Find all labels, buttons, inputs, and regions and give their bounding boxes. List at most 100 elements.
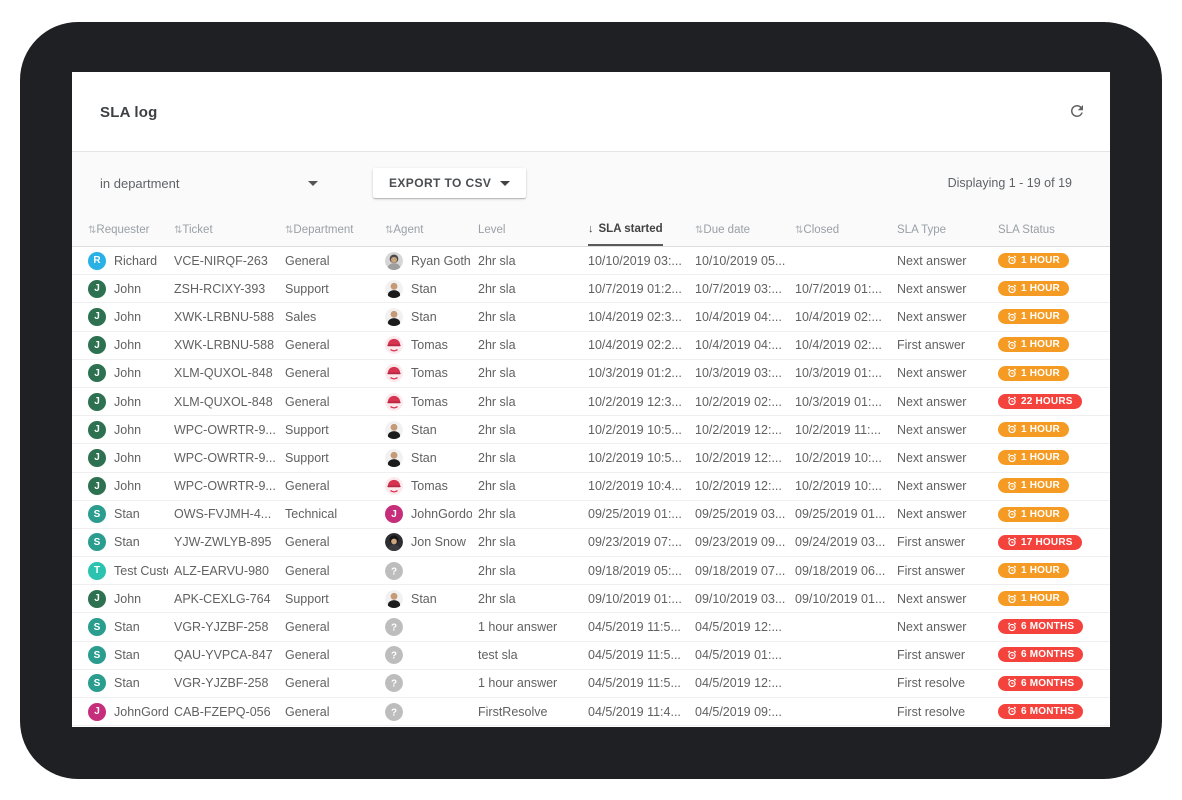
table-row[interactable]: JJohnWPC-OWRTR-9...SupportStan2hr sla10/… [72,444,1110,472]
sla-status-badge: 6 MONTHS [998,619,1083,634]
ticket-cell: XLM-QUXOL-848 [174,395,285,409]
table-row[interactable]: SStanVGR-YJZBF-258General?1 hour answer0… [72,613,1110,641]
due-date-cell: 04/5/2019 09:... [695,705,795,719]
table-row[interactable]: JJohnGordoCAB-FZEPQ-056General?FirstReso… [72,698,1110,726]
agent-avatar [385,533,403,551]
alarm-icon [1007,565,1017,575]
table-row[interactable]: JJohnWPC-OWRTR-9...GeneralTomas2hr sla10… [72,473,1110,501]
sla-status-label: 1 HOUR [1021,311,1060,322]
requester-avatar: J [88,449,106,467]
ticket-cell: ZSH-RCIXY-393 [174,282,285,296]
agent-name: Stan [411,451,437,465]
agent-cell: JJohnGordon [385,505,478,523]
column-header-label: Agent [393,224,423,236]
requester-avatar: J [88,364,106,382]
table-row[interactable]: JJohnZSH-RCIXY-393SupportStan2hr sla10/7… [72,275,1110,303]
requester-avatar: J [88,308,106,326]
department-filter-select[interactable]: in department [100,176,318,191]
column-header-sla-started[interactable]: ↓SLA started [588,214,695,246]
page: SLA log in department EXPORT TO CSV Disp… [0,0,1182,800]
closed-cell: 10/3/2019 01:... [795,366,897,380]
table-row[interactable]: RRichardVCE-NIRQF-263GeneralRyan Goth2hr… [72,247,1110,275]
requester-cell: JJohnGordo [88,703,174,721]
table-row[interactable]: JJohnXWK-LRBNU-588GeneralTomas2hr sla10/… [72,332,1110,360]
sla-status-cell: 1 HOUR [998,253,1100,269]
sla-type-cell: Next answer [897,310,998,324]
sla-started-cell: 09/18/2019 05:... [588,564,695,578]
agent-name: Stan [411,282,437,296]
department-cell: Support [285,592,385,606]
agent-cell: Stan [385,421,478,439]
requester-cell: JJohn [88,590,174,608]
requester-avatar: S [88,533,106,551]
requester-avatar: J [88,421,106,439]
requester-name: John [114,310,141,324]
page-title: SLA log [100,104,158,121]
sla-status-cell: 1 HOUR [998,337,1100,353]
column-header-closed[interactable]: ⇅Closed [795,214,897,246]
due-date-cell: 10/2/2019 12:... [695,479,795,493]
level-cell: 2hr sla [478,310,588,324]
table-row[interactable]: JJohnXWK-LRBNU-588SalesStan2hr sla10/4/2… [72,303,1110,331]
ticket-cell: VCE-NIRQF-263 [174,254,285,268]
table-row[interactable]: SStanQAU-YVPCA-847General?test sla04/5/2… [72,642,1110,670]
sla-started-cell: 10/2/2019 10:5... [588,451,695,465]
column-header-label: Ticket [182,224,212,236]
agent-avatar: ? [385,674,403,692]
alarm-icon [1007,453,1017,463]
column-header-due-date[interactable]: ⇅Due date [695,214,795,246]
export-to-csv-button[interactable]: EXPORT TO CSV [373,168,526,198]
requester-name: John [114,479,141,493]
sla-status-badge: 1 HOUR [998,366,1069,381]
sla-status-badge: 1 HOUR [998,281,1069,296]
requester-name: Test Custo [114,564,168,578]
sla-status-cell: 17 HOURS [998,535,1100,551]
chevron-down-icon [308,181,318,186]
level-cell: 2hr sla [478,395,588,409]
column-header-department[interactable]: ⇅Department [285,214,385,246]
ticket-cell: VGR-YJZBF-258 [174,620,285,634]
alarm-icon [1007,594,1017,604]
column-header-label: Level [478,224,506,236]
table-row[interactable]: SStanVGR-YJZBF-258General?1 hour answer0… [72,670,1110,698]
sla-status-badge: 1 HOUR [998,337,1069,352]
due-date-cell: 10/4/2019 04:... [695,310,795,324]
table-row[interactable]: TTest CustoALZ-EARVU-980General?2hr sla0… [72,557,1110,585]
tablet-bezel: SLA log in department EXPORT TO CSV Disp… [20,22,1162,779]
sla-started-cell: 09/25/2019 01:... [588,507,695,521]
table-row[interactable]: JJohnXLM-QUXOL-848GeneralTomas2hr sla10/… [72,388,1110,416]
sla-status-badge: 1 HOUR [998,253,1069,268]
column-header-sla-status: SLA Status [998,214,1100,246]
table-row[interactable]: SStanOWS-FVJMH-4...TechnicalJJohnGordon2… [72,501,1110,529]
sla-status-cell: 6 MONTHS [998,704,1100,720]
column-header-requester[interactable]: ⇅Requester [88,214,174,246]
due-date-cell: 10/3/2019 03:... [695,366,795,380]
sla-status-badge: 6 MONTHS [998,704,1083,719]
sla-started-cell: 09/23/2019 07:... [588,535,695,549]
table-row[interactable]: JJohnWPC-OWRTR-9...SupportStan2hr sla10/… [72,416,1110,444]
refresh-icon[interactable] [1068,102,1088,122]
table-row[interactable]: JJohnXLM-QUXOL-848GeneralTomas2hr sla10/… [72,360,1110,388]
due-date-cell: 09/18/2019 07... [695,564,795,578]
table-row[interactable]: JJohnAPK-CEXLG-764SupportStan2hr sla09/1… [72,585,1110,613]
level-cell: 1 hour answer [478,676,588,690]
sla-status-badge: 6 MONTHS [998,676,1083,691]
column-header-agent[interactable]: ⇅Agent [385,214,478,246]
level-cell: test sla [478,648,588,662]
agent-cell: ? [385,562,478,580]
alarm-icon [1007,396,1017,406]
column-header-ticket[interactable]: ⇅Ticket [174,214,285,246]
level-cell: 2hr sla [478,535,588,549]
table-row[interactable]: SStanYJW-ZWLYB-895GeneralJon Snow2hr sla… [72,529,1110,557]
requester-avatar: J [88,336,106,354]
sla-status-label: 6 MONTHS [1021,649,1074,660]
sla-status-cell: 1 HOUR [998,281,1100,297]
sla-started-cell: 10/7/2019 01:2... [588,282,695,296]
title-bar: SLA log [72,72,1110,152]
requester-cell: SStan [88,674,174,692]
column-header-label: Closed [803,224,839,236]
column-header-level: Level [478,214,588,246]
agent-name: JohnGordon [411,507,472,521]
sla-type-cell: Next answer [897,592,998,606]
requester-name: John [114,282,141,296]
